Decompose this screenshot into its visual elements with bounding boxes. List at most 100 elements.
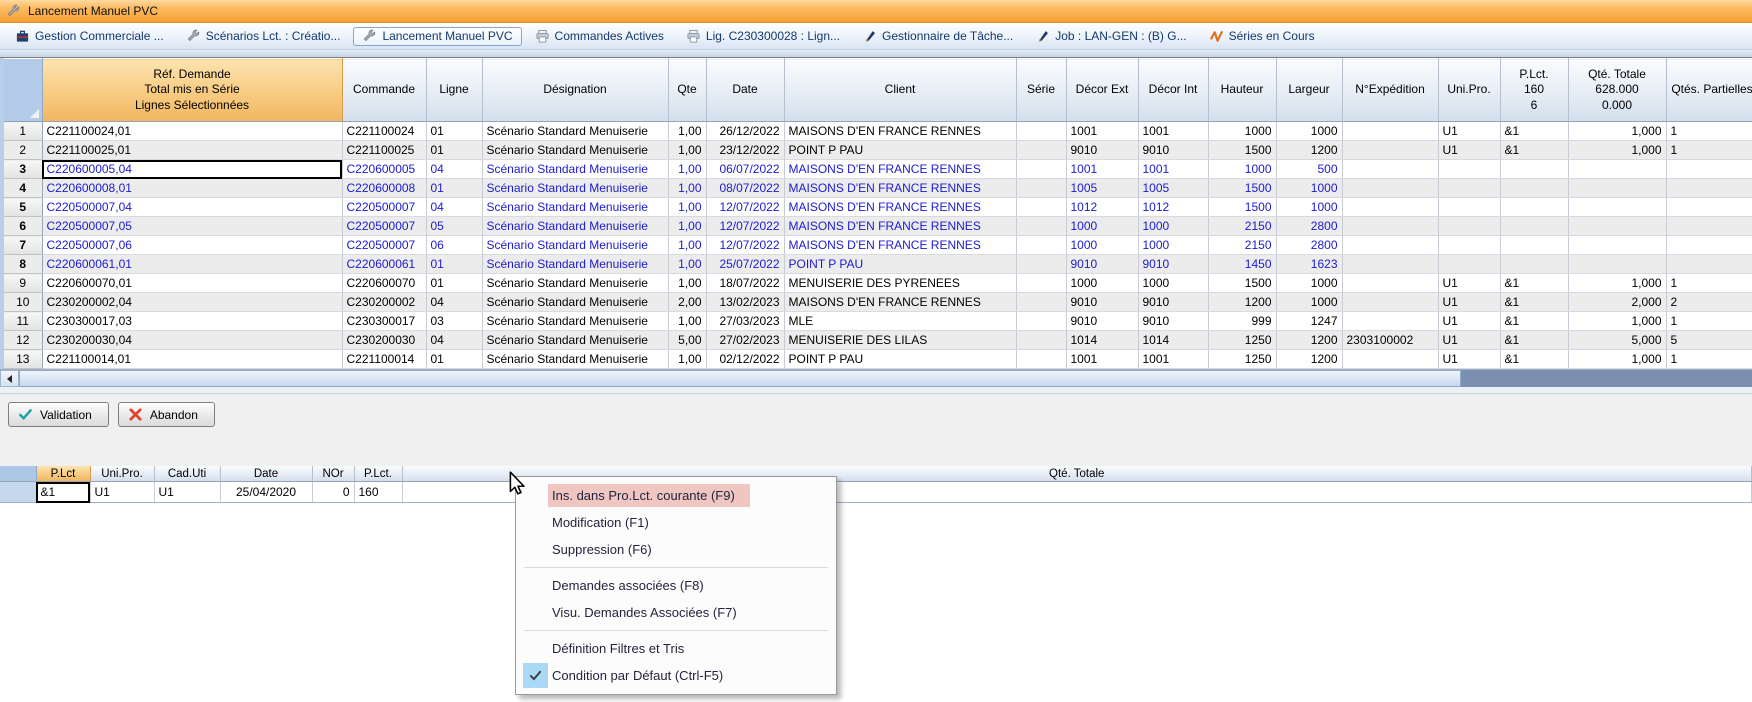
cell-decor_int[interactable]: 1000 [1138,217,1208,236]
cell-commande[interactable]: C220600061 [342,255,426,274]
cell-decor_ext[interactable]: 1001 [1066,160,1138,179]
cell-qte[interactable]: 1,00 [668,217,706,236]
cell-ref[interactable]: C220600008,01 [42,179,342,198]
cell-qte_totale[interactable]: 1,000 [1568,274,1666,293]
menu-item-7[interactable]: Définition Filtres et Tris [518,635,834,662]
cell-decor_ext[interactable]: 1014 [1066,331,1138,350]
cell-date[interactable]: 02/12/2022 [706,350,784,369]
cell-qte[interactable]: 1,00 [668,122,706,141]
cell-date[interactable]: 06/07/2022 [706,160,784,179]
cell-plct[interactable] [1500,236,1568,255]
cell-qtes_part[interactable] [1666,160,1752,179]
cell-client[interactable]: POINT P PAU [784,255,1016,274]
cell-largeur[interactable]: 1000 [1276,122,1342,141]
col-header-expedition[interactable]: N°Expédition [1342,59,1438,122]
cell-plct[interactable]: &1 [1500,274,1568,293]
cell-largeur[interactable]: 1200 [1276,331,1342,350]
cell-rownum[interactable]: 13 [4,350,42,369]
cell-plct[interactable] [1500,255,1568,274]
cell-ligne[interactable]: 01 [426,255,482,274]
cell-serie[interactable] [1016,141,1066,160]
table-row[interactable]: 2C221100025,01C22110002501Scénario Stand… [4,141,1752,160]
cell-expedition[interactable] [1342,122,1438,141]
cell-hauteur[interactable]: 1200 [1208,293,1276,312]
cell-unipro[interactable]: U1 [1438,350,1500,369]
cell-ligne[interactable]: 01 [426,274,482,293]
cell-expedition[interactable] [1342,179,1438,198]
tab-1[interactable]: Scénarios Lct. : Créatio... [177,27,350,46]
cell-qtes_part[interactable]: 1 [1666,312,1752,331]
cell-designation[interactable]: Scénario Standard Menuiserie [482,198,668,217]
lower-cell-nor[interactable]: 0 [312,482,354,503]
tab-6[interactable]: Job : LAN-GEN : (B) G... [1026,27,1195,46]
cell-qte_totale[interactable]: 1,000 [1568,350,1666,369]
cell-rownum[interactable]: 8 [4,255,42,274]
table-row[interactable]: 10C230200002,04C23020000204Scénario Stan… [4,293,1752,312]
cell-commande[interactable]: C220600070 [342,274,426,293]
cell-date[interactable]: 18/07/2022 [706,274,784,293]
cell-decor_ext[interactable]: 1000 [1066,236,1138,255]
scrollbar-track[interactable] [1461,370,1752,387]
cell-unipro[interactable]: U1 [1438,293,1500,312]
cell-client[interactable]: MAISONS D'EN FRANCE RENNES [784,236,1016,255]
cell-hauteur[interactable]: 2150 [1208,236,1276,255]
cell-designation[interactable]: Scénario Standard Menuiserie [482,274,668,293]
cell-ligne[interactable]: 05 [426,217,482,236]
cell-rownum[interactable]: 12 [4,331,42,350]
cell-hauteur[interactable]: 1250 [1208,331,1276,350]
cell-largeur[interactable]: 1000 [1276,274,1342,293]
cell-expedition[interactable] [1342,255,1438,274]
cell-rownum[interactable]: 7 [4,236,42,255]
cell-qte[interactable]: 1,00 [668,179,706,198]
lower-cell-date[interactable]: 25/04/2020 [220,482,312,503]
cell-qte_totale[interactable]: 1,000 [1568,141,1666,160]
cell-unipro[interactable] [1438,217,1500,236]
cell-decor_int[interactable]: 9010 [1138,255,1208,274]
cell-decor_int[interactable]: 1014 [1138,331,1208,350]
cell-commande[interactable]: C230200002 [342,293,426,312]
cell-unipro[interactable] [1438,236,1500,255]
col-header-ligne[interactable]: Ligne [426,59,482,122]
cell-unipro[interactable] [1438,160,1500,179]
cell-expedition[interactable] [1342,141,1438,160]
cell-plct[interactable]: &1 [1500,350,1568,369]
cell-date[interactable]: 26/12/2022 [706,122,784,141]
menu-item-8[interactable]: Condition par Défaut (Ctrl-F5) [518,662,834,689]
cell-commande[interactable]: C221100014 [342,350,426,369]
cell-expedition[interactable] [1342,160,1438,179]
cell-expedition[interactable] [1342,293,1438,312]
cell-commande[interactable]: C230200030 [342,331,426,350]
table-row[interactable]: 1C221100024,01C22110002401Scénario Stand… [4,122,1752,141]
cell-qtes_part[interactable]: 1 [1666,122,1752,141]
cell-hauteur[interactable]: 999 [1208,312,1276,331]
cell-rownum[interactable]: 3 [4,160,42,179]
cell-client[interactable]: MAISONS D'EN FRANCE RENNES [784,217,1016,236]
tab-4[interactable]: Lig. C230300028 : Lign... [677,27,849,46]
cell-designation[interactable]: Scénario Standard Menuiserie [482,217,668,236]
col-header-qte_totale[interactable]: Qté. Totale628.0000.000 [1568,59,1666,122]
cell-unipro[interactable]: U1 [1438,141,1500,160]
cell-decor_ext[interactable]: 9010 [1066,293,1138,312]
validation-button[interactable]: Validation [8,402,109,427]
col-header-plct[interactable]: P.Lct.1606 [1500,59,1568,122]
cell-ref[interactable]: C220500007,04 [42,198,342,217]
cell-ref[interactable]: C230200002,04 [42,293,342,312]
cell-ligne[interactable]: 03 [426,312,482,331]
tab-3[interactable]: Commandes Actives [526,27,673,46]
cell-decor_int[interactable]: 1000 [1138,236,1208,255]
cell-qtes_part[interactable] [1666,236,1752,255]
cell-serie[interactable] [1016,350,1066,369]
col-header-client[interactable]: Client [784,59,1016,122]
lower-cell-plct[interactable]: &1 [36,482,90,503]
cell-qte_totale[interactable]: 1,000 [1568,122,1666,141]
cell-qte[interactable]: 1,00 [668,255,706,274]
cell-ligne[interactable]: 01 [426,350,482,369]
table-row[interactable]: 4C220600008,01C22060000801Scénario Stand… [4,179,1752,198]
cell-rownum[interactable]: 2 [4,141,42,160]
cell-decor_ext[interactable]: 1005 [1066,179,1138,198]
cell-commande[interactable]: C220600005 [342,160,426,179]
cell-unipro[interactable] [1438,179,1500,198]
cell-qte_totale[interactable]: 1,000 [1568,312,1666,331]
cell-qtes_part[interactable] [1666,198,1752,217]
cell-qtes_part[interactable]: 1 [1666,274,1752,293]
